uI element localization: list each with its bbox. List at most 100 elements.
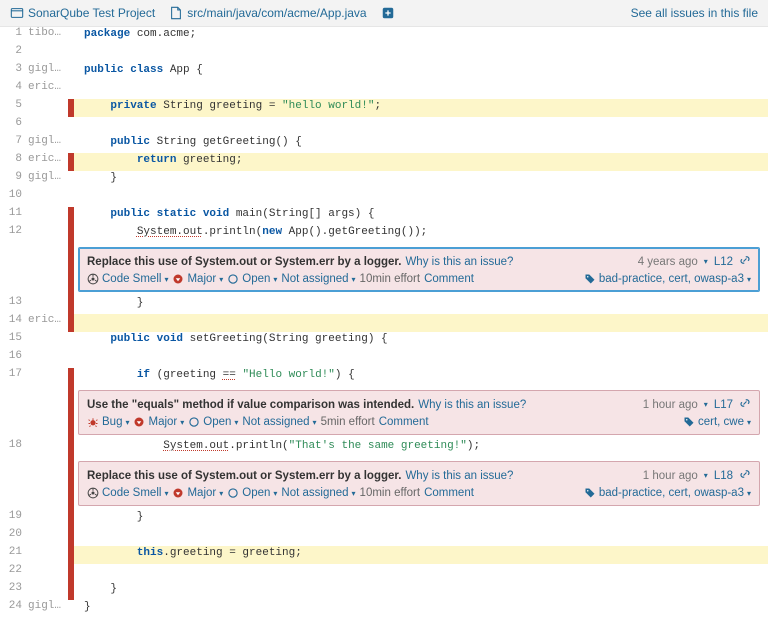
issue-tags[interactable]: bad-practice, cert, owasp-a3▾ (584, 273, 751, 285)
code-content[interactable]: System.out.println("That's the same gree… (74, 439, 768, 457)
code-line: 22 (0, 564, 768, 582)
issue-tags[interactable]: cert, cwe▾ (683, 416, 751, 428)
code-content[interactable]: public void setGreeting(String greeting)… (74, 332, 768, 350)
issue-type-badge[interactable]: Code Smell▾ (87, 487, 168, 499)
line-number: 13 (0, 296, 28, 314)
issue-line-ref[interactable]: L12 (714, 256, 733, 268)
see-all-issues-link[interactable]: See all issues in this file (631, 6, 758, 20)
why-issue-link[interactable]: Why is this an issue? (418, 399, 526, 411)
line-author (28, 99, 68, 117)
extra-action[interactable] (381, 6, 395, 20)
issue-assignee-badge[interactable]: Not assigned▾ (281, 273, 355, 285)
line-author (28, 546, 68, 564)
issue-message: Replace this use of System.out or System… (87, 470, 401, 482)
code-content[interactable]: } (74, 510, 768, 528)
code-content[interactable]: } (74, 600, 768, 618)
issue-line-ref[interactable]: L17 (714, 399, 733, 411)
code-content[interactable]: if (greeting == "Hello world!") { (74, 368, 768, 386)
issue-effort: 5min effort (321, 416, 375, 428)
issue-line-ref[interactable]: L18 (714, 470, 733, 482)
code-content[interactable] (74, 117, 768, 135)
code-content[interactable]: private String greeting = "hello world!"… (74, 99, 768, 117)
code-content[interactable]: } (74, 296, 768, 314)
file-breadcrumb[interactable]: src/main/java/com/acme/App.java (169, 6, 366, 20)
issue-effort: 10min effort (360, 487, 421, 499)
code-line: 5 private String greeting = "hello world… (0, 99, 768, 117)
issue-box[interactable]: Replace this use of System.out or System… (78, 247, 760, 292)
issue-type-badge[interactable]: Bug▾ (87, 416, 129, 428)
code-content[interactable] (74, 528, 768, 546)
code-content[interactable]: public static void main(String[] args) { (74, 207, 768, 225)
issue-assignee-badge[interactable]: Not assigned▾ (242, 416, 316, 428)
issue-type-badge[interactable]: Code Smell▾ (87, 273, 168, 285)
line-author (28, 117, 68, 135)
issue-comment-link[interactable]: Comment (424, 273, 474, 285)
line-author (28, 582, 68, 600)
code-line: 10 (0, 189, 768, 207)
line-number: 19 (0, 510, 28, 528)
code-line: 1 tibo… package com.acme; (0, 27, 768, 45)
line-number: 3 (0, 63, 28, 81)
issue-comment-link[interactable]: Comment (379, 416, 429, 428)
issue-status-badge[interactable]: Open▾ (227, 273, 277, 285)
code-content[interactable]: } (74, 171, 768, 189)
issue-comment-link[interactable]: Comment (424, 487, 474, 499)
chevron-down-icon[interactable]: ▾ (704, 257, 708, 266)
code-content[interactable]: public String getGreeting() { (74, 135, 768, 153)
line-author: tibo… (28, 27, 68, 45)
line-number: 8 (0, 153, 28, 171)
code-content[interactable]: return greeting; (74, 153, 768, 171)
line-author (28, 207, 68, 225)
code-content[interactable] (74, 45, 768, 63)
chevron-down-icon[interactable]: ▾ (704, 400, 708, 409)
code-content[interactable] (74, 189, 768, 207)
code-content[interactable]: this.greeting = greeting; (74, 546, 768, 564)
chevron-down-icon[interactable]: ▾ (704, 471, 708, 480)
why-issue-link[interactable]: Why is this an issue? (405, 470, 513, 482)
issue-age: 4 years ago (638, 256, 698, 268)
issue-tags[interactable]: bad-practice, cert, owasp-a3▾ (584, 487, 751, 499)
line-author: gigl… (28, 600, 68, 618)
line-author: eric… (28, 81, 68, 99)
code-content[interactable] (74, 350, 768, 368)
project-breadcrumb[interactable]: SonarQube Test Project (10, 6, 155, 20)
issue-severity-badge[interactable]: Major▾ (133, 416, 184, 428)
line-number: 11 (0, 207, 28, 225)
code-line: 7 gigl… public String getGreeting() { (0, 135, 768, 153)
code-line: 12 System.out.println(new App().getGreet… (0, 225, 768, 243)
permalink-icon[interactable] (739, 397, 751, 412)
code-line: 24 gigl… } (0, 600, 768, 618)
issue-status-badge[interactable]: Open▾ (188, 416, 238, 428)
line-author (28, 189, 68, 207)
file-header: SonarQube Test Project src/main/java/com… (0, 0, 768, 27)
line-author (28, 510, 68, 528)
why-issue-link[interactable]: Why is this an issue? (405, 256, 513, 268)
issue-severity-badge[interactable]: Major▾ (172, 487, 223, 499)
issue-severity-badge[interactable]: Major▾ (172, 273, 223, 285)
line-number: 6 (0, 117, 28, 135)
line-author (28, 439, 68, 457)
project-name[interactable]: SonarQube Test Project (28, 6, 155, 20)
code-content[interactable]: public class App { (74, 63, 768, 81)
line-number: 21 (0, 546, 28, 564)
code-content[interactable]: package com.acme; (74, 27, 768, 45)
line-number: 7 (0, 135, 28, 153)
issue-box[interactable]: Replace this use of System.out or System… (78, 461, 760, 506)
file-path[interactable]: src/main/java/com/acme/App.java (187, 6, 366, 20)
line-number: 14 (0, 314, 28, 332)
permalink-icon[interactable] (739, 254, 751, 269)
line-author (28, 296, 68, 314)
issue-assignee-badge[interactable]: Not assigned▾ (281, 487, 355, 499)
code-content[interactable] (74, 564, 768, 582)
code-content[interactable]: System.out.println(new App().getGreeting… (74, 225, 768, 243)
permalink-icon[interactable] (739, 468, 751, 483)
issue-box[interactable]: Use the "equals" method if value compari… (78, 390, 760, 435)
code-content[interactable] (74, 314, 768, 332)
code-content[interactable] (74, 81, 768, 99)
line-number: 22 (0, 564, 28, 582)
issue-status-badge[interactable]: Open▾ (227, 487, 277, 499)
line-number: 15 (0, 332, 28, 350)
line-number: 23 (0, 582, 28, 600)
line-author (28, 225, 68, 243)
code-content[interactable]: } (74, 582, 768, 600)
